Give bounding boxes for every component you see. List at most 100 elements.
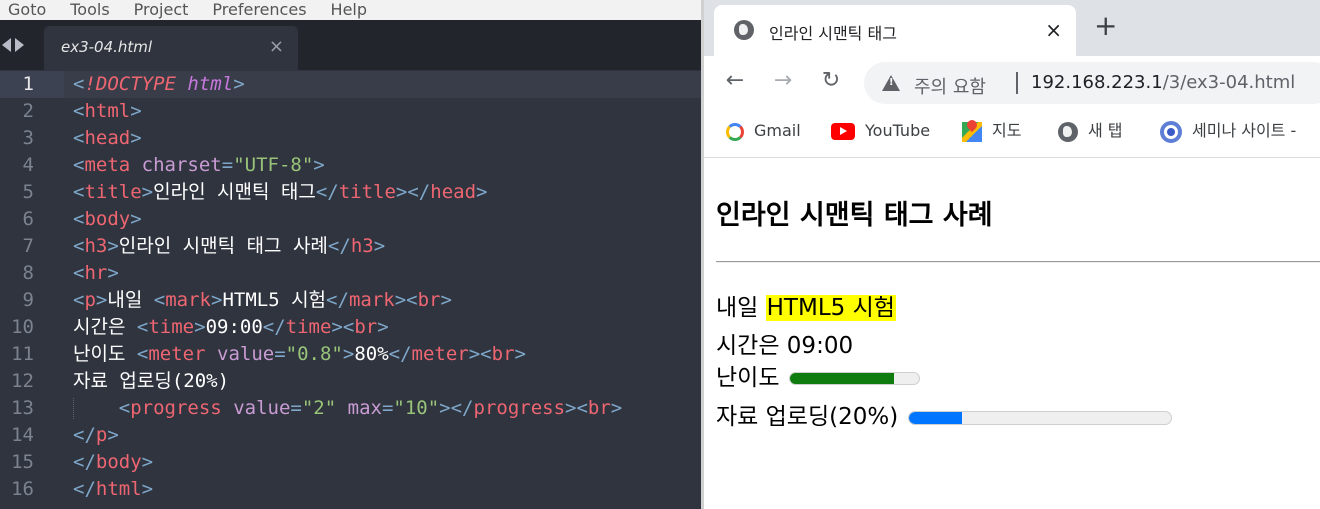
code-token: "2"	[301, 397, 337, 419]
bookmark-seminar[interactable]: 세미나 사이트 -	[1160, 120, 1296, 143]
code-token: <	[73, 154, 85, 176]
code-line[interactable]: 12 자료 업로딩(20%)	[0, 368, 701, 395]
code-line[interactable]: 9 <p>내일 <mark>HTML5 시험</mark><br>	[0, 287, 701, 314]
code-token: <	[136, 316, 149, 338]
code-token: ><	[394, 289, 418, 311]
bookmark-gmail[interactable]: Gmail	[726, 120, 801, 142]
line-number: 4	[22, 154, 34, 176]
code-token: mark	[348, 289, 395, 311]
code-line[interactable]: 8 <hr>	[0, 260, 701, 287]
menu-tools[interactable]: Tools	[70, 0, 109, 20]
url-text[interactable]: 192.168.223.1/3/ex3-04.html	[1031, 72, 1295, 93]
time-prefix: 시간은	[716, 333, 787, 359]
address-separator	[1016, 72, 1018, 94]
reload-icon[interactable]: ↻	[816, 66, 846, 96]
warning-triangle-icon[interactable]	[882, 75, 900, 91]
code-text: 난이도 <meter value="0.8">80%</meter><br>	[73, 341, 526, 368]
editor-tab-close-icon[interactable]: ×	[269, 36, 284, 57]
code-token: >	[141, 181, 154, 203]
code-token: >	[373, 235, 386, 257]
code-token: max	[347, 397, 382, 419]
code-token: >	[107, 262, 119, 284]
line-number: 1	[0, 71, 64, 98]
editor-tab-title: ex3-04.html	[61, 38, 153, 56]
code-line[interactable]: 16 </html>	[0, 476, 701, 503]
line-number: 13	[11, 397, 34, 419]
code-line[interactable]: 11 난이도 <meter value="0.8">80%</meter><br>	[0, 341, 701, 368]
line-number: 12	[11, 370, 34, 392]
code-line[interactable]: 14 </p>	[0, 422, 701, 449]
code-token: >	[377, 316, 389, 338]
difficulty-label: 난이도	[716, 365, 780, 391]
code-token: 80%	[354, 343, 389, 365]
code-line[interactable]: 15 </body>	[0, 449, 701, 476]
youtube-icon	[831, 123, 855, 140]
browser-tab[interactable]: 인라인 시맨틱 태그 ×	[714, 5, 1076, 56]
upload-line: 자료 업로딩(20%)	[716, 402, 1173, 432]
new-tab-plus-icon[interactable]: +	[1094, 12, 1117, 40]
code-line[interactable]: 1 <!DOCTYPE html>	[0, 71, 701, 98]
difficulty-line: 난이도	[716, 363, 921, 393]
code-token: >	[141, 478, 154, 500]
menu-preferences[interactable]: Preferences	[212, 0, 306, 20]
page-content: 인라인 시맨틱 태그 사례 내일 HTML5 시험 시간은 09:00 난이도 …	[704, 159, 1320, 509]
browser-tab-close-icon[interactable]: ×	[1045, 18, 1062, 42]
code-text: </html>	[73, 476, 153, 503]
line-number: 11	[11, 343, 34, 365]
menu-goto[interactable]: Goto	[8, 0, 46, 20]
menu-help[interactable]: Help	[331, 0, 367, 20]
bookmark-youtube[interactable]: YouTube	[831, 120, 930, 142]
code-token: meter	[411, 343, 469, 365]
code-token: time	[285, 316, 332, 338]
code-line[interactable]: 7 <h3>인라인 시맨틱 태그 사례</h3>	[0, 233, 701, 260]
code-token: !DOCTYPE	[84, 73, 176, 95]
editor-tab-bar: ex3-04.html ×	[0, 20, 701, 70]
tab-right-arrow-icon[interactable]	[15, 38, 24, 52]
forward-arrow-icon[interactable]: →	[768, 66, 798, 96]
security-status[interactable]: 주의 요함	[914, 73, 986, 99]
code-line[interactable]: 2 <html>	[0, 98, 701, 125]
code-token: mark	[165, 289, 211, 311]
menu-project[interactable]: Project	[134, 0, 189, 20]
code-line[interactable]: 5 <title>인라인 시맨틱 태그</title></head>	[0, 179, 701, 206]
bookmark-maps[interactable]: 지도	[962, 120, 1021, 142]
code-token: progress	[130, 397, 222, 419]
code-token: progress	[473, 397, 566, 419]
code-token: html	[95, 478, 142, 500]
code-token: ></	[395, 181, 431, 203]
code-token: hr	[84, 262, 108, 284]
tab-left-arrow-icon[interactable]	[2, 38, 11, 52]
bookmark-new-tab[interactable]: 새 탭	[1058, 120, 1123, 142]
code-text: <meta charset="UTF-8">	[73, 152, 325, 179]
code-token: h3	[84, 235, 108, 257]
code-token: >	[440, 289, 452, 311]
difficulty-meter	[789, 372, 921, 385]
editor-tab[interactable]: ex3-04.html ×	[44, 26, 298, 70]
code-token: 난이도	[73, 343, 137, 365]
horizontal-rule	[716, 261, 1320, 263]
code-area[interactable]: 1 <!DOCTYPE html> 2 <html> 3 <head> 4 <meta cha…	[0, 71, 701, 503]
address-bar[interactable]: 주의 요함 192.168.223.1/3/ex3-04.html	[864, 62, 1320, 104]
code-token: 내일	[107, 289, 154, 311]
code-token: "0.8"	[285, 343, 343, 365]
code-token: charset	[141, 154, 222, 176]
code-line[interactable]: 13 <progress value="2" max="10"></progre…	[0, 395, 701, 422]
code-line[interactable]: 4 <meta charset="UTF-8">	[0, 152, 701, 179]
code-token: <	[73, 100, 85, 122]
bookmark-label: 세미나 사이트 -	[1192, 121, 1297, 140]
code-token: br	[417, 289, 441, 311]
code-token: br	[587, 397, 611, 419]
code-token: title	[338, 181, 396, 203]
code-line[interactable]: 3 <head>	[0, 125, 701, 152]
code-line[interactable]: 10 시간은 <time>09:00</time><br>	[0, 314, 701, 341]
code-token: <	[73, 289, 85, 311]
code-text: </p>	[73, 422, 119, 449]
line-number: 7	[22, 235, 34, 257]
code-line[interactable]: 6 <body>	[0, 206, 701, 233]
editor-menu-bar: Goto Tools Project Preferences Help	[0, 0, 701, 20]
back-arrow-icon[interactable]: ←	[720, 66, 750, 96]
